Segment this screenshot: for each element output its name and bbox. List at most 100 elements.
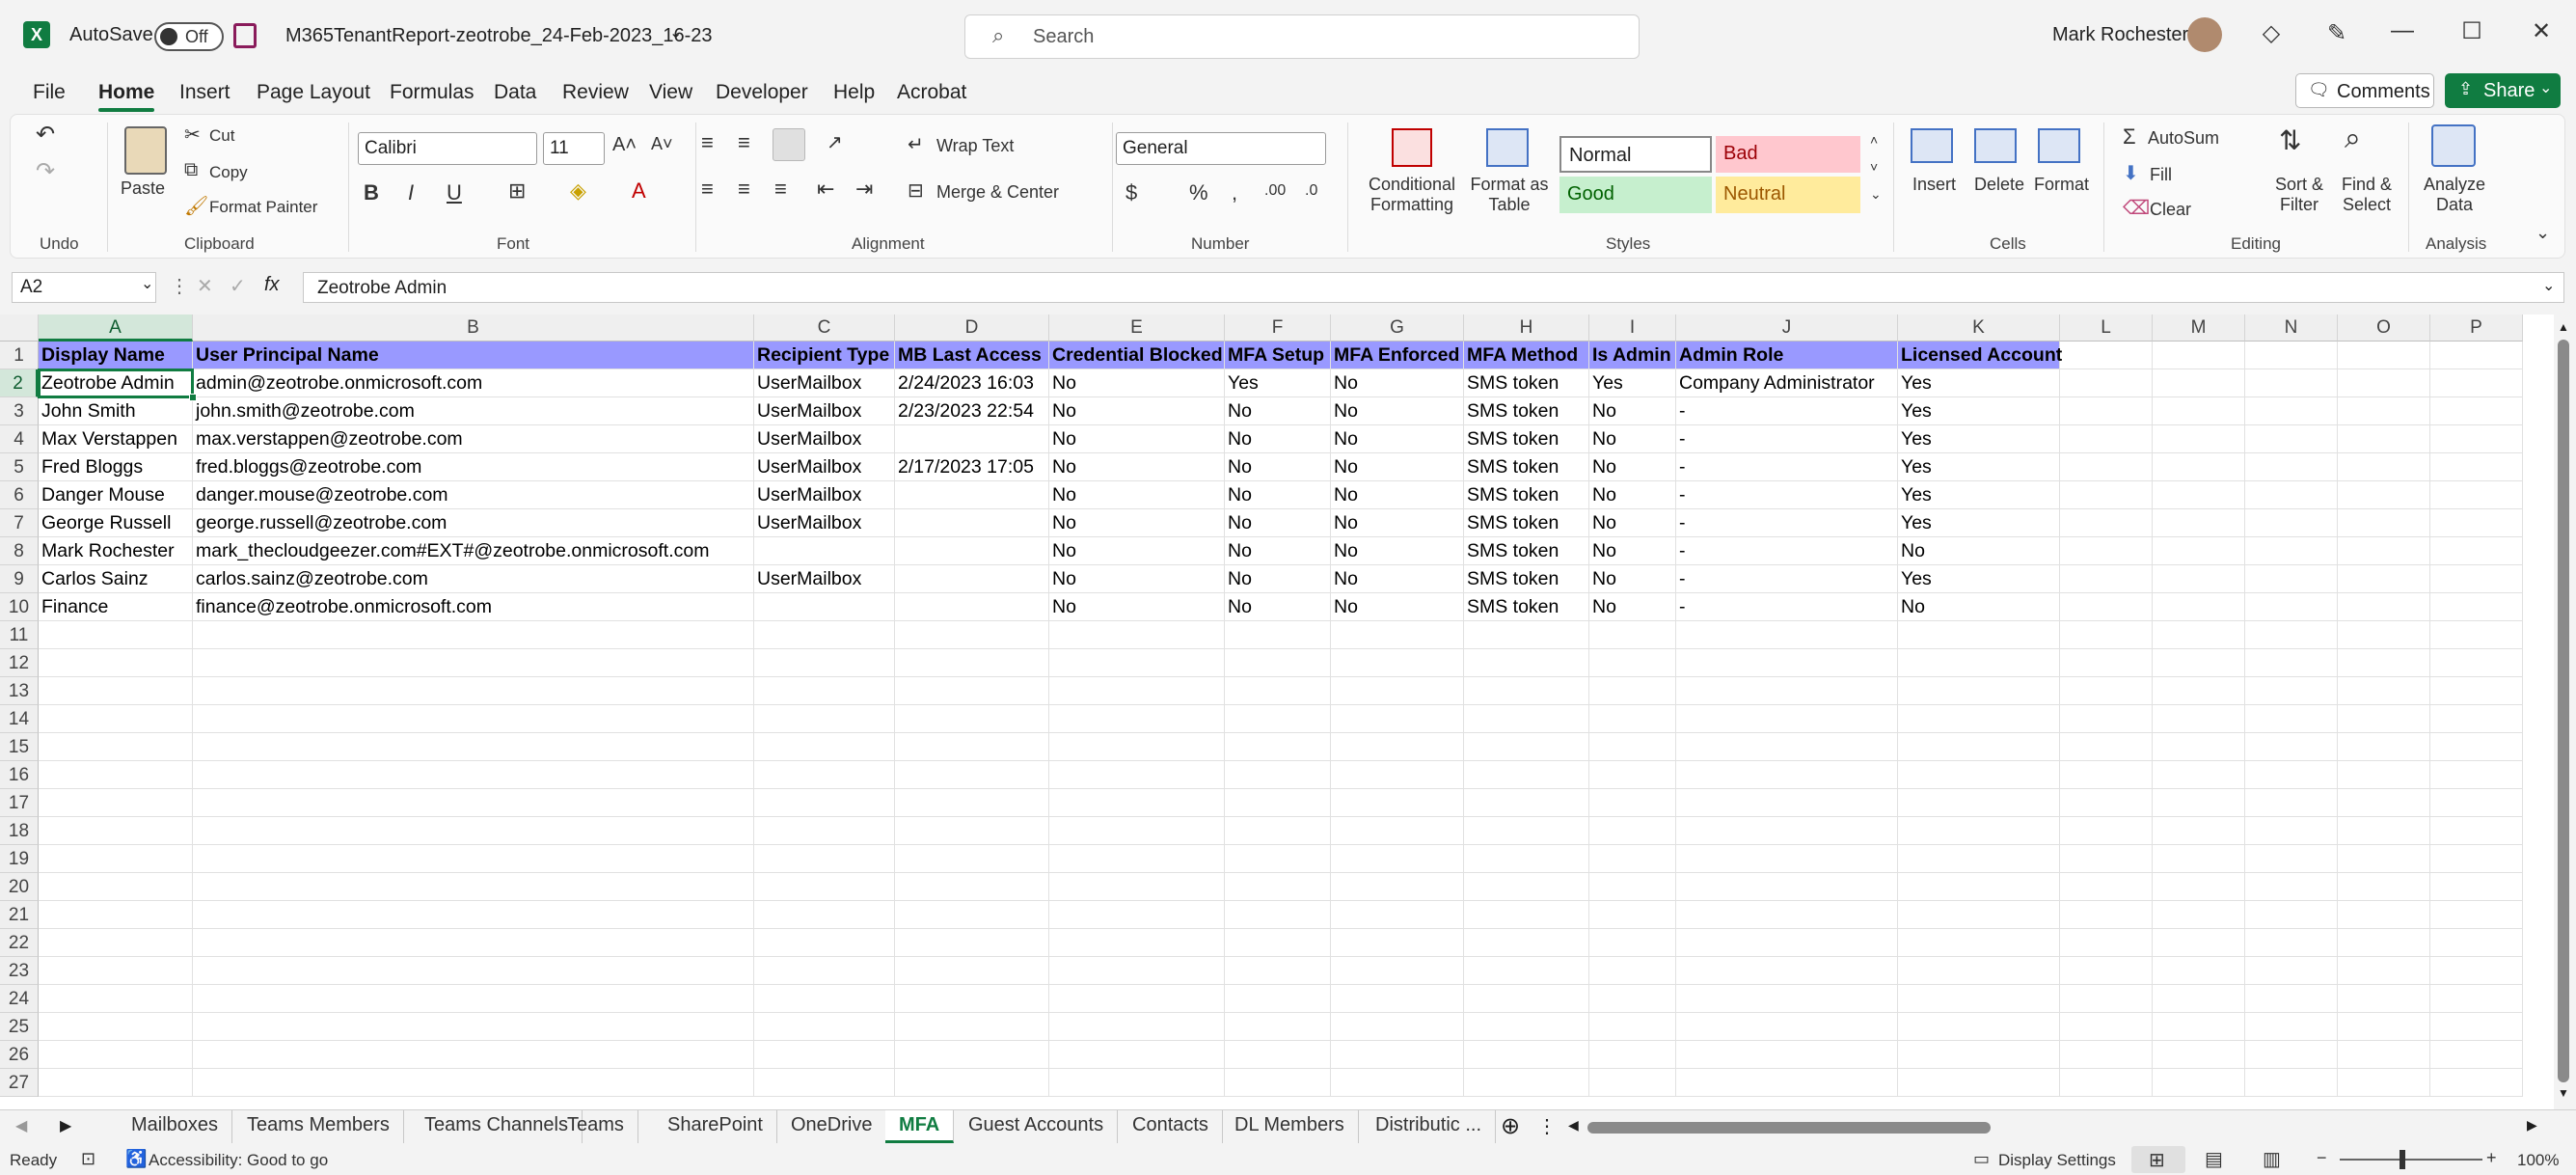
cell-n12[interactable] — [2245, 649, 2338, 677]
column-header-l[interactable]: L — [2060, 314, 2153, 342]
cell-d15[interactable] — [895, 733, 1049, 761]
cell-p1[interactable] — [2430, 342, 2523, 369]
cell-m17[interactable] — [2153, 789, 2245, 817]
cell-a20[interactable] — [39, 873, 193, 901]
tab-formulas[interactable]: Formulas — [390, 81, 475, 104]
cell-n15[interactable] — [2245, 733, 2338, 761]
row-header[interactable]: 27 — [0, 1069, 39, 1097]
sheet-tab-contacts[interactable]: Contacts — [1119, 1110, 1223, 1143]
cell-o2[interactable] — [2338, 369, 2430, 397]
cell-n5[interactable] — [2245, 453, 2338, 481]
row-header[interactable]: 10 — [0, 593, 39, 621]
cell-p13[interactable] — [2430, 677, 2523, 705]
cell-m27[interactable] — [2153, 1069, 2245, 1097]
cell-m23[interactable] — [2153, 957, 2245, 985]
cell-a13[interactable] — [39, 677, 193, 705]
cell-c8[interactable] — [754, 537, 895, 565]
cell-j8[interactable]: - — [1676, 537, 1898, 565]
cell-h12[interactable] — [1464, 649, 1589, 677]
cell-b1[interactable]: User Principal Name — [193, 342, 754, 369]
cell-c19[interactable] — [754, 845, 895, 873]
cell-f27[interactable] — [1225, 1069, 1331, 1097]
cell-k14[interactable] — [1898, 705, 2060, 733]
italic-icon[interactable]: I — [408, 180, 414, 205]
cell-o13[interactable] — [2338, 677, 2430, 705]
scroll-up-icon[interactable]: ▲ — [2558, 320, 2569, 334]
clear-button[interactable]: Clear — [2150, 200, 2191, 220]
cell-o27[interactable] — [2338, 1069, 2430, 1097]
cell-e11[interactable] — [1049, 621, 1225, 649]
cell-m7[interactable] — [2153, 509, 2245, 537]
comments-button[interactable]: 🗨 Comments — [2295, 73, 2434, 108]
pen-icon[interactable]: ✎ — [2313, 19, 2361, 47]
search-box[interactable]: ⌕ Search — [964, 14, 1640, 59]
cell-d9[interactable] — [895, 565, 1049, 593]
cell-j13[interactable] — [1676, 677, 1898, 705]
cell-b27[interactable] — [193, 1069, 754, 1097]
sheet-tab-onedrive[interactable]: OneDrive — [777, 1110, 887, 1143]
style-good[interactable]: Good — [1559, 177, 1712, 213]
cell-f14[interactable] — [1225, 705, 1331, 733]
cell-k2[interactable]: Yes — [1898, 369, 2060, 397]
cell-c9[interactable]: UserMailbox — [754, 565, 895, 593]
cell-c24[interactable] — [754, 985, 895, 1013]
cell-e2[interactable]: No — [1049, 369, 1225, 397]
sheet-tab-teams-members[interactable]: Teams Members — [233, 1110, 404, 1143]
expand-formula-chevron-down-icon[interactable]: ⌄ — [2542, 276, 2555, 295]
page-layout-view-icon[interactable]: ▤ — [2205, 1147, 2223, 1171]
cell-e18[interactable] — [1049, 817, 1225, 845]
cell-i20[interactable] — [1589, 873, 1676, 901]
cell-a18[interactable] — [39, 817, 193, 845]
align-left-icon[interactable]: ≡ — [701, 177, 714, 202]
cell-g25[interactable] — [1331, 1013, 1464, 1041]
cell-b23[interactable] — [193, 957, 754, 985]
cell-f18[interactable] — [1225, 817, 1331, 845]
cell-j2[interactable]: Company Administrator — [1676, 369, 1898, 397]
bold-icon[interactable]: B — [364, 180, 379, 205]
align-center-icon[interactable]: ≡ — [738, 177, 750, 202]
avatar[interactable] — [2187, 17, 2222, 52]
cell-o14[interactable] — [2338, 705, 2430, 733]
cell-e25[interactable] — [1049, 1013, 1225, 1041]
cell-e8[interactable]: No — [1049, 537, 1225, 565]
cell-b5[interactable]: fred.bloggs@zeotrobe.com — [193, 453, 754, 481]
cell-a19[interactable] — [39, 845, 193, 873]
cell-c21[interactable] — [754, 901, 895, 929]
cell-h27[interactable] — [1464, 1069, 1589, 1097]
cell-m5[interactable] — [2153, 453, 2245, 481]
cell-a6[interactable]: Danger Mouse — [39, 481, 193, 509]
cell-d16[interactable] — [895, 761, 1049, 789]
cell-a23[interactable] — [39, 957, 193, 985]
cell-c12[interactable] — [754, 649, 895, 677]
cell-b24[interactable] — [193, 985, 754, 1013]
cell-m16[interactable] — [2153, 761, 2245, 789]
cell-b2[interactable]: admin@zeotrobe.onmicrosoft.com — [193, 369, 754, 397]
cell-c20[interactable] — [754, 873, 895, 901]
cell-l26[interactable] — [2060, 1041, 2153, 1069]
cell-p16[interactable] — [2430, 761, 2523, 789]
tab-review[interactable]: Review — [562, 81, 629, 104]
row-header[interactable]: 1 — [0, 342, 39, 369]
cell-p19[interactable] — [2430, 845, 2523, 873]
cell-d14[interactable] — [895, 705, 1049, 733]
sheet-tab-mfa[interactable]: MFA — [885, 1110, 955, 1143]
cell-c13[interactable] — [754, 677, 895, 705]
fill-button[interactable]: Fill — [2150, 165, 2172, 185]
cell-g12[interactable] — [1331, 649, 1464, 677]
cell-b22[interactable] — [193, 929, 754, 957]
cell-b21[interactable] — [193, 901, 754, 929]
row-header[interactable]: 11 — [0, 621, 39, 649]
cell-o1[interactable] — [2338, 342, 2430, 369]
cell-f21[interactable] — [1225, 901, 1331, 929]
cell-m1[interactable] — [2153, 342, 2245, 369]
borders-icon[interactable]: ⊞ — [508, 178, 526, 204]
cell-e19[interactable] — [1049, 845, 1225, 873]
cell-p20[interactable] — [2430, 873, 2523, 901]
cell-d23[interactable] — [895, 957, 1049, 985]
cell-e21[interactable] — [1049, 901, 1225, 929]
cell-c7[interactable]: UserMailbox — [754, 509, 895, 537]
cell-f5[interactable]: No — [1225, 453, 1331, 481]
cell-h16[interactable] — [1464, 761, 1589, 789]
cell-h11[interactable] — [1464, 621, 1589, 649]
cell-h8[interactable]: SMS token — [1464, 537, 1589, 565]
